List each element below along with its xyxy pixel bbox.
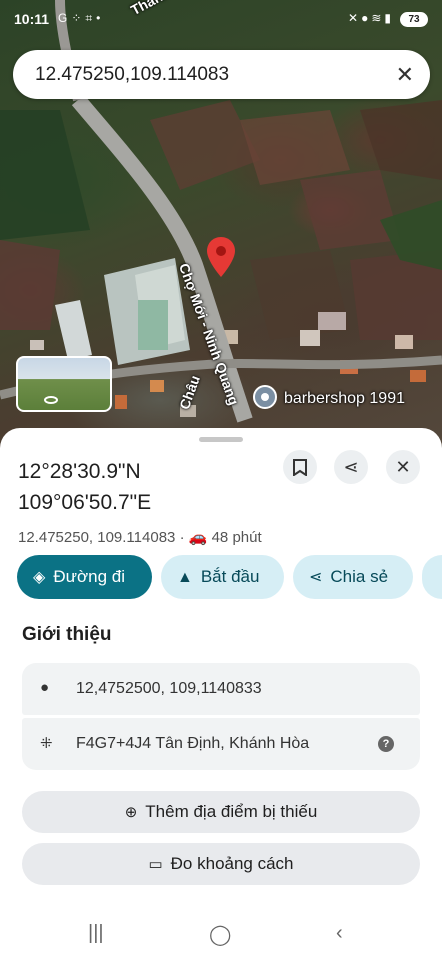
location-icon: ● [361,11,372,25]
coords-row[interactable]: ● 12,4752500, 109,1140833 [22,663,420,715]
directions-icon: ◈ [33,569,46,586]
close-sheet-button[interactable]: ✕ [386,450,420,484]
poi-label[interactable]: barbershop 1991 [284,390,405,408]
share-icon: ⋖ [309,569,323,586]
place-sheet: 12°28'30.9"N 109°06'50.7"E ⋖ ✕ 12.475250… [0,428,442,960]
dot-icon: • [96,11,105,25]
add-missing-label: Thêm địa điểm bị thiếu [145,802,318,821]
close-icon: ✕ [395,457,411,477]
start-button[interactable]: ▲ Bắt đầu [161,555,284,599]
directions-button[interactable]: ◈ Đường đi [17,555,152,599]
location-icon: ● [40,679,50,696]
search-bar[interactable]: 12.475250,109.114083 ✕ [13,50,430,99]
close-icon[interactable]: ✕ [396,62,414,88]
share-icon: ⋖ [343,457,359,477]
map-view[interactable]: 10:11 G⁘⌗• ✕●≋▮ 73 12.475250,109.114083 … [0,0,442,450]
dots-icon: ⁘ [71,11,86,25]
google-icon: G [58,11,72,25]
share-icon-button[interactable]: ⋖ [334,450,368,484]
wifi-icon: ≋ [371,11,385,25]
place-subtitle: 12.475250, 109.114083 · 🚗 48 phút [18,528,262,546]
back-icon[interactable]: ‹ [336,922,343,945]
recents-icon[interactable]: ||| [88,922,104,945]
start-label: Bắt đầu [200,567,260,586]
status-right-icons: ✕●≋▮ [348,11,394,25]
save-button[interactable] [283,450,317,484]
share-button[interactable]: ⋖ Chia sẻ [293,555,413,599]
share-label: Chia sẻ [330,567,389,586]
travel-time: 48 phút [211,529,262,546]
separator: · [179,529,185,546]
more-actions-chip[interactable] [422,555,442,599]
bookmark-icon [293,459,307,477]
coords-detail: 12,4752500, 109,1140833 [76,680,262,697]
mute-icon: ✕ [348,11,362,25]
navigation-icon: ▲ [177,569,193,586]
help-icon[interactable]: ? [378,736,394,752]
search-input[interactable]: 12.475250,109.114083 [35,64,229,86]
title-latitude: 12°28'30.9"N [18,460,141,483]
add-missing-place-button[interactable]: ⊕ Thêm địa điểm bị thiếu [22,791,420,833]
car-icon: 🚗 [188,529,208,546]
title-longitude: 109°06'50.7"E [18,491,152,514]
plus-code-icon: ⁜ [40,735,53,752]
coords-text: 12.475250, 109.114083 [18,529,176,546]
status-bar: 10:11 G⁘⌗• ✕●≋▮ 73 [0,0,442,40]
plus-code-row[interactable]: ⁜ F4G7+4J4 Tân Định, Khánh Hòa ? [22,718,420,770]
status-left-icons: G⁘⌗• [58,11,104,26]
plus-code: F4G7+4J4 Tân Định, Khánh Hòa [76,735,310,752]
add-location-icon: ⊕ [124,804,138,821]
android-nav-bar: ||| ◯ ‹ [0,910,442,960]
measure-label: Đo khoảng cách [170,854,294,873]
about-heading: Giới thiệu [22,624,112,645]
ruler-icon: ▭ [148,856,163,873]
battery-indicator: 73 [400,12,428,27]
place-title: 12°28'30.9"N 109°06'50.7"E [18,456,151,518]
screenshot-icon: ⌗ [85,11,97,25]
home-icon[interactable]: ◯ [209,922,231,947]
drag-handle[interactable] [199,437,243,442]
signal-icon: ▮ [384,11,394,25]
measure-distance-button[interactable]: ▭ Đo khoảng cách [22,843,420,885]
street-view-icon [44,396,58,404]
directions-label: Đường đi [53,567,125,586]
poi-marker-icon[interactable] [253,385,277,409]
status-time: 10:11 [14,11,50,27]
street-view-thumbnail[interactable] [16,356,112,412]
